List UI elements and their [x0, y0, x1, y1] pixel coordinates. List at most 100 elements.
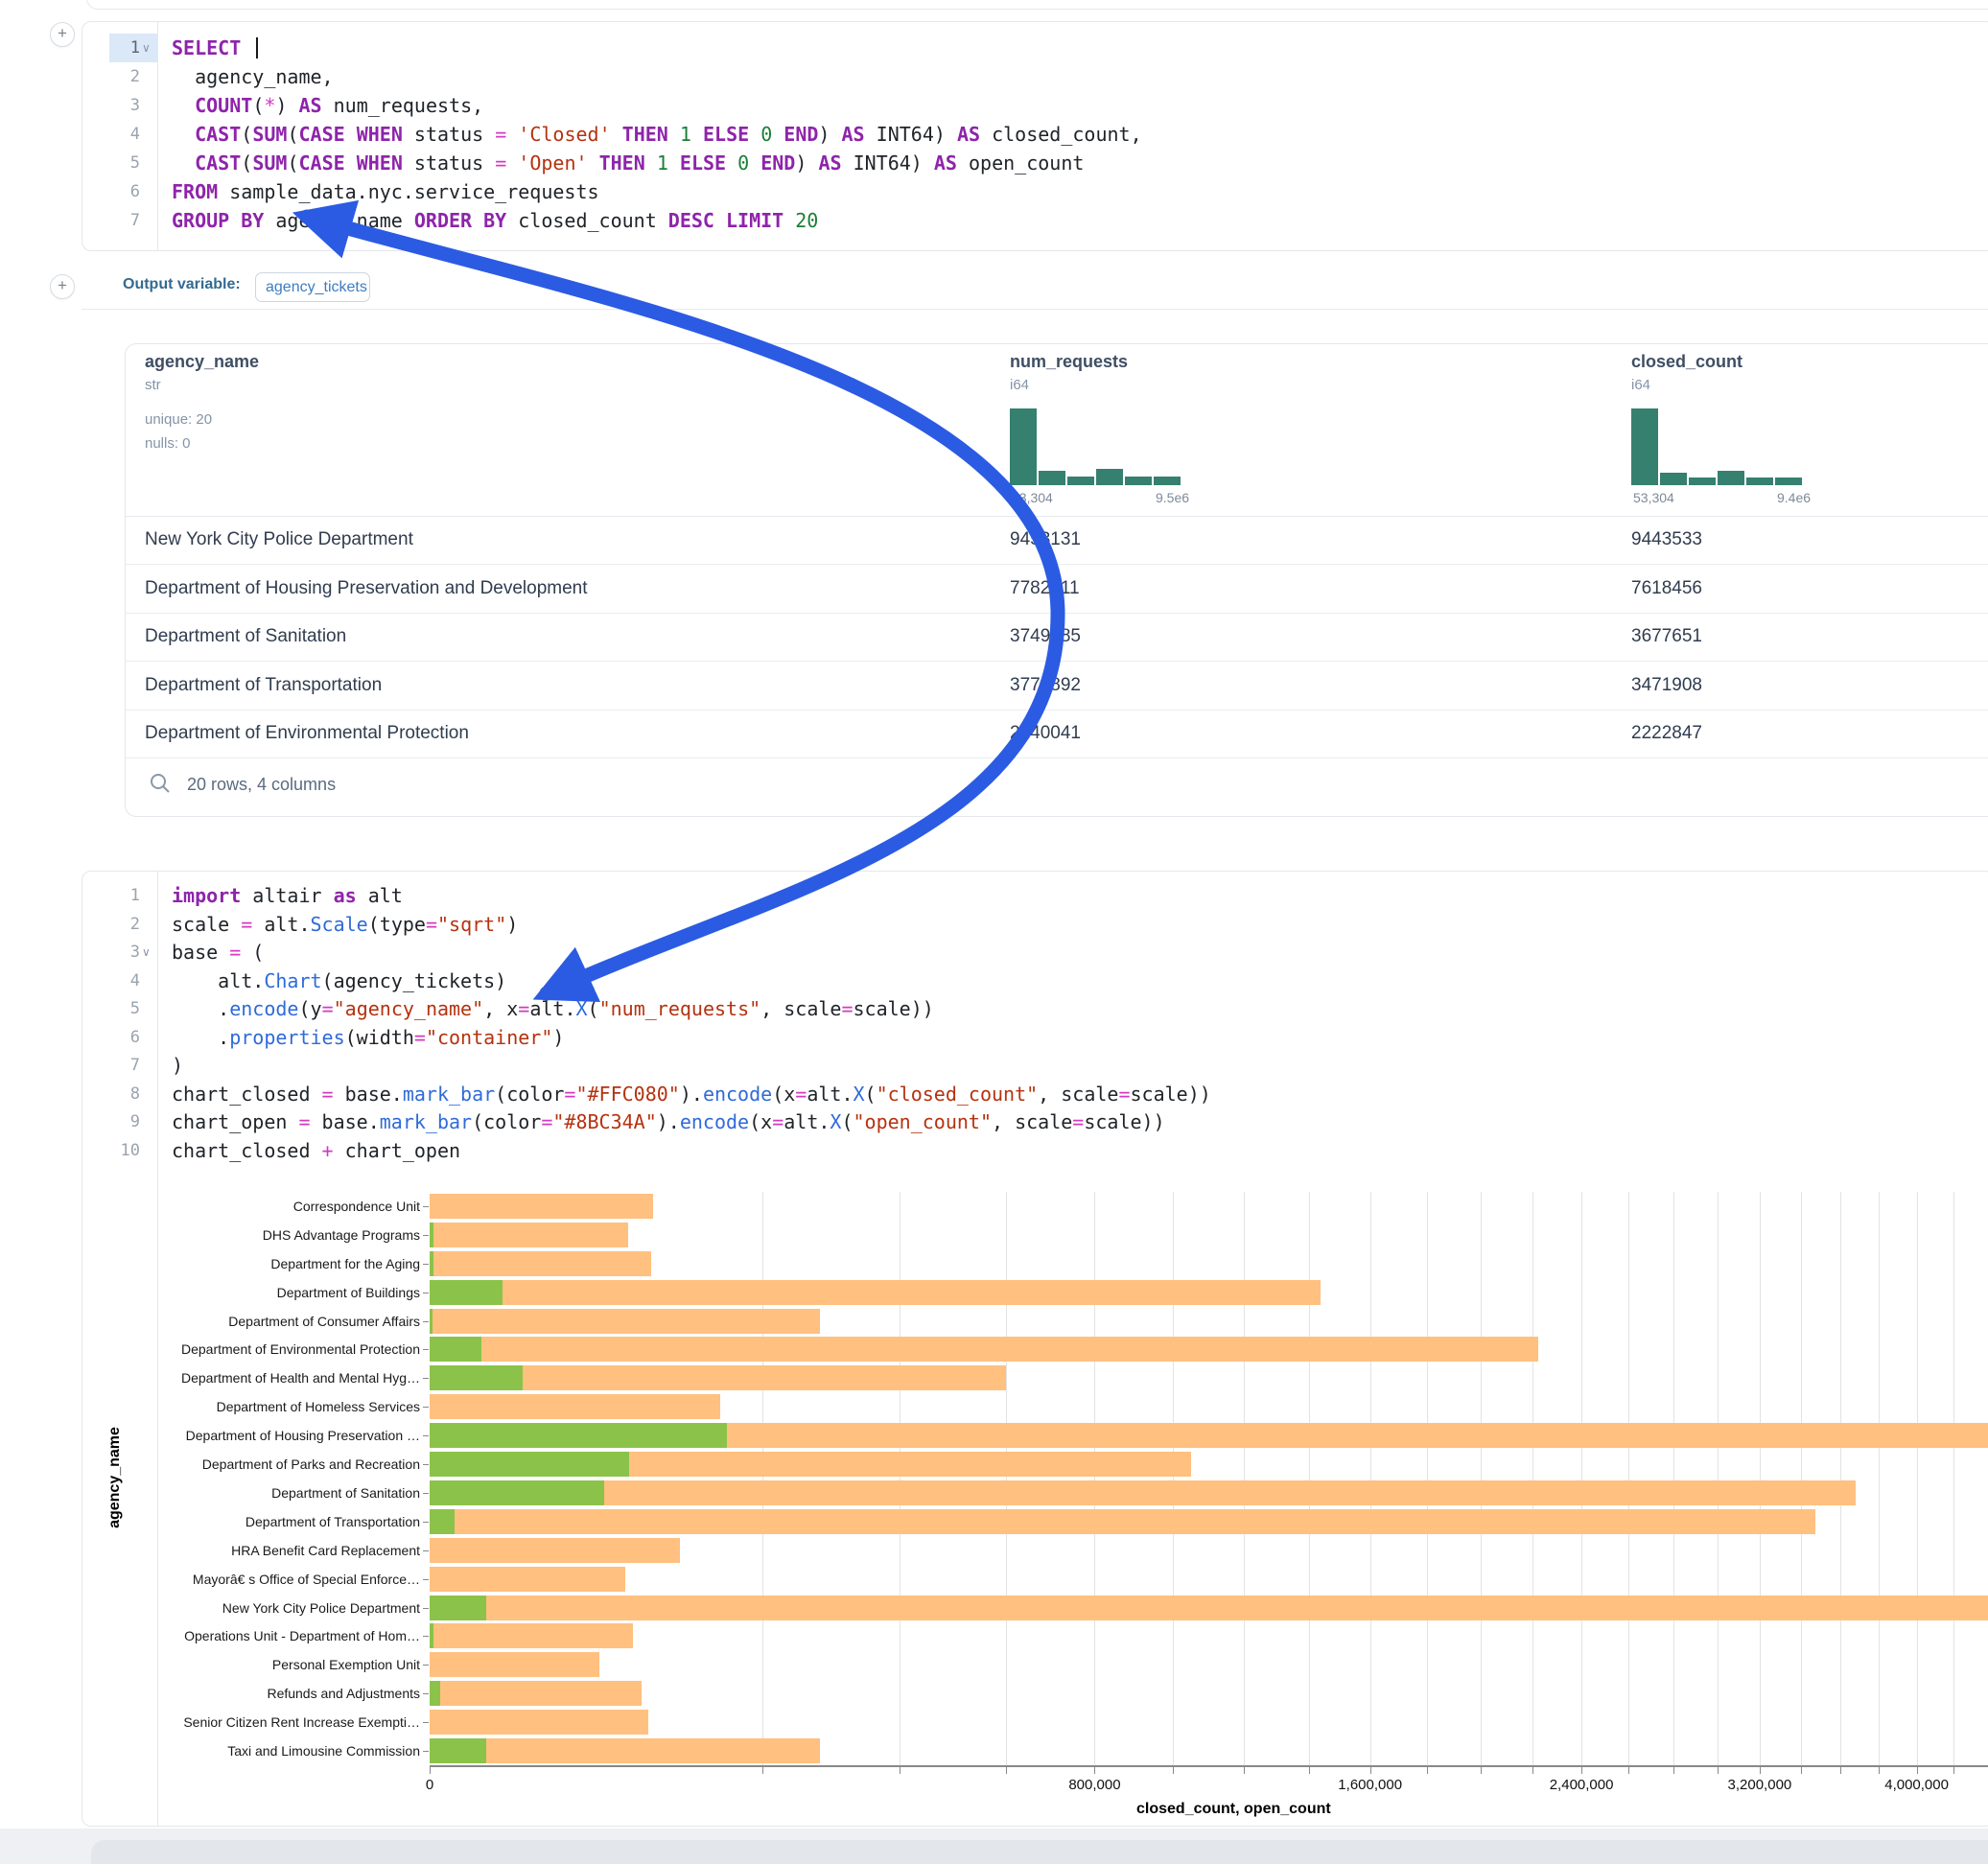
- code-token: [772, 123, 784, 146]
- histogram-bar: [1010, 408, 1037, 485]
- code-token: alt.: [252, 913, 310, 936]
- code-line[interactable]: .properties(width="container"): [172, 1023, 564, 1052]
- code-token: closed_count: [506, 209, 668, 232]
- code-token: sample_data.nyc.service_requests: [218, 180, 598, 203]
- code-token: =: [298, 1110, 310, 1133]
- code-line[interactable]: CAST(SUM(CASE WHEN status = 'Closed' THE…: [172, 120, 1142, 149]
- line-number: 3: [86, 91, 140, 120]
- previous-cell-edge: [86, 0, 1988, 10]
- cell-closed-count: 7618456: [1631, 565, 1702, 613]
- code-line[interactable]: chart_closed + chart_open: [172, 1136, 460, 1165]
- search-icon[interactable]: [149, 772, 172, 795]
- code-token: AS: [934, 151, 957, 175]
- code-token: [726, 151, 737, 175]
- code-token: scale: [172, 913, 241, 936]
- code-line[interactable]: scale = alt.Scale(type="sqrt"): [172, 910, 518, 939]
- code-token: =: [518, 997, 529, 1020]
- cell-closed-count: 9443533: [1631, 516, 1702, 564]
- code-token: "#FFC080": [575, 1083, 679, 1106]
- line-number-row: 5: [82, 149, 157, 177]
- add-cell-button-output[interactable]: +: [50, 274, 75, 299]
- line-number-row: 4: [82, 967, 157, 995]
- code-token: 0: [760, 123, 772, 146]
- code-token: [749, 151, 760, 175]
- code-token: X: [854, 1083, 865, 1106]
- cell-closed-count: 3471908: [1631, 662, 1702, 710]
- column-type-num-requests: i64: [1010, 377, 1029, 393]
- code-token: AS: [299, 94, 322, 117]
- code-token: ORDER BY: [414, 209, 506, 232]
- code-line[interactable]: import altair as alt: [172, 881, 403, 910]
- code-token: =: [841, 997, 853, 1020]
- cell-agency-name: Department of Transportation: [145, 662, 382, 710]
- code-line[interactable]: agency_name,: [172, 62, 334, 91]
- code-token: ELSE: [703, 123, 749, 146]
- line-number: 7: [86, 206, 140, 235]
- line-number-row: 4: [82, 120, 157, 149]
- code-token: LIMIT: [726, 209, 784, 232]
- code-token: (: [841, 1110, 853, 1133]
- column-header-agency-name[interactable]: agency_name: [145, 352, 259, 372]
- histogram-min-label: 53,304: [1633, 490, 1674, 505]
- code-token: AS: [842, 123, 865, 146]
- code-token: 0: [737, 151, 749, 175]
- code-token: [749, 123, 760, 146]
- cell-agency-name: Department of Sanitation: [145, 613, 346, 661]
- code-line[interactable]: chart_closed = base.mark_bar(color="#FFC…: [172, 1080, 1211, 1108]
- line-number-row: 6: [82, 1023, 157, 1052]
- code-token: =: [229, 941, 241, 964]
- fold-chevron-icon[interactable]: ∨: [142, 34, 151, 62]
- code-token: *: [264, 94, 275, 117]
- line-number-row: 1∨: [82, 34, 157, 62]
- add-cell-button-top[interactable]: +: [50, 22, 75, 47]
- code-token: =: [322, 997, 334, 1020]
- cell-closed-count: 2222847: [1631, 710, 1702, 757]
- column-header-closed-count[interactable]: closed_count: [1631, 352, 1742, 372]
- code-token: (: [588, 997, 599, 1020]
- cell-agency-name: Department of Environmental Protection: [145, 710, 469, 757]
- code-line[interactable]: base = (: [172, 938, 264, 967]
- code-token: (x: [749, 1110, 772, 1133]
- code-line[interactable]: ): [172, 1051, 183, 1080]
- python-cell[interactable]: 1import altair as alt2scale = alt.Scale(…: [82, 871, 1988, 1827]
- code-token: =: [426, 913, 437, 936]
- code-token: , scale: [760, 997, 841, 1020]
- code-line[interactable]: COUNT(*) AS num_requests,: [172, 91, 483, 120]
- code-line[interactable]: CAST(SUM(CASE WHEN status = 'Open' THEN …: [172, 149, 1084, 177]
- code-token: "container": [426, 1026, 552, 1049]
- cell-num-requests: 7782211: [1010, 565, 1080, 613]
- line-number: 7: [86, 1051, 140, 1080]
- code-line[interactable]: GROUP BY agency_name ORDER BY closed_cou…: [172, 206, 818, 235]
- code-token: ): [506, 913, 518, 936]
- code-line[interactable]: chart_open = base.mark_bar(color="#8BC34…: [172, 1107, 1165, 1136]
- line-number: 4: [86, 967, 140, 995]
- column-header-num-requests[interactable]: num_requests: [1010, 352, 1128, 372]
- output-variable-pill[interactable]: agency_tickets: [255, 272, 370, 302]
- code-token: alt.: [784, 1110, 830, 1133]
- fold-chevron-icon[interactable]: ∨: [142, 938, 151, 967]
- histogram-bar: [1125, 477, 1152, 485]
- code-token: [172, 123, 195, 146]
- code-token: =: [414, 1026, 426, 1049]
- code-line[interactable]: alt.Chart(agency_tickets): [172, 967, 506, 995]
- table-row: Department of Sanitation37494853677651: [126, 613, 1988, 662]
- code-token: (width: [345, 1026, 414, 1049]
- code-token: chart_closed: [172, 1083, 322, 1106]
- code-token: .: [172, 997, 229, 1020]
- code-token: SUM: [252, 151, 287, 175]
- line-number-row: 2: [82, 62, 157, 91]
- code-line[interactable]: .encode(y="agency_name", x=alt.X("num_re…: [172, 994, 934, 1023]
- code-line[interactable]: SELECT: [172, 34, 258, 62]
- code-line[interactable]: FROM sample_data.nyc.service_requests: [172, 177, 599, 206]
- code-token: ).: [680, 1083, 703, 1106]
- code-token: as: [334, 884, 357, 907]
- code-token: Chart: [264, 969, 321, 992]
- code-token: CASE: [298, 151, 344, 175]
- column-stat-unique: unique: 20: [145, 411, 212, 428]
- code-token: Scale: [311, 913, 368, 936]
- code-token: agency_name: [264, 209, 414, 232]
- sql-cell[interactable]: 1∨ SELECT 2 agency_name, 3 COUNT(*) AS num…: [82, 21, 1988, 251]
- column-stat-nulls: nulls: 0: [145, 435, 191, 452]
- code-token: (: [287, 151, 298, 175]
- code-token: [784, 209, 795, 232]
